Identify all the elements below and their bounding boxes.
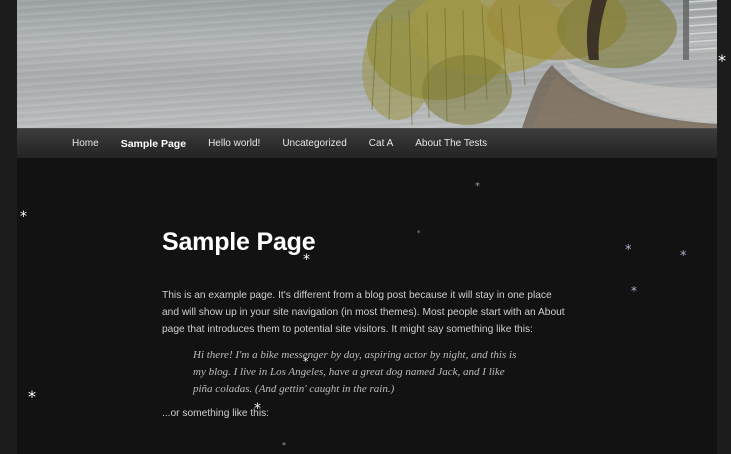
main-content: Sample Page This is an example page. It'… bbox=[162, 228, 577, 419]
blockquote: Hi there! I'm a bike messenger by day, a… bbox=[193, 347, 543, 398]
snowflake-icon: * bbox=[475, 181, 480, 192]
snowflake-icon: * bbox=[625, 243, 632, 258]
intro-line-1: This is an example page. It's different … bbox=[162, 290, 552, 301]
nav-item-uncategorized[interactable]: Uncategorized bbox=[271, 138, 357, 149]
page-title: Sample Page bbox=[162, 228, 316, 256]
outro-paragraph: ...or something like this: bbox=[162, 408, 270, 419]
nav-item-about-the-tests[interactable]: About The Tests bbox=[404, 138, 498, 149]
quote-line-3: piña coladas. (And gettin' caught in the… bbox=[193, 383, 395, 395]
quote-line-1: Hi there! I'm a bike messenger by day, a… bbox=[193, 349, 517, 361]
snowflake-icon: * bbox=[20, 209, 27, 225]
snowflake-icon: * bbox=[680, 249, 687, 264]
snowflake-icon: * bbox=[718, 51, 726, 70]
quote-line-2: my blog. I live in Los Angeles, have a g… bbox=[193, 366, 505, 378]
intro-line-2: and will show up in your site navigation… bbox=[162, 307, 565, 318]
main-navigation: Home Sample Page Hello world! Uncategori… bbox=[17, 128, 717, 158]
page-container: Home Sample Page Hello world! Uncategori… bbox=[17, 0, 717, 454]
nav-item-hello-world[interactable]: Hello world! bbox=[197, 138, 271, 149]
nav-item-home[interactable]: Home bbox=[61, 138, 110, 149]
intro-paragraph: This is an example page. It's different … bbox=[162, 287, 577, 338]
nav-item-cat-a[interactable]: Cat A bbox=[358, 138, 404, 149]
snowflake-icon: * bbox=[28, 387, 36, 406]
intro-line-3: page that introduces them to potential s… bbox=[162, 324, 533, 335]
header-scenery bbox=[362, 0, 717, 128]
nav-item-sample-page[interactable]: Sample Page bbox=[110, 138, 197, 150]
snowflake-icon: * bbox=[282, 441, 286, 450]
snowflake-icon: * bbox=[631, 284, 637, 298]
header-image[interactable] bbox=[17, 0, 717, 128]
